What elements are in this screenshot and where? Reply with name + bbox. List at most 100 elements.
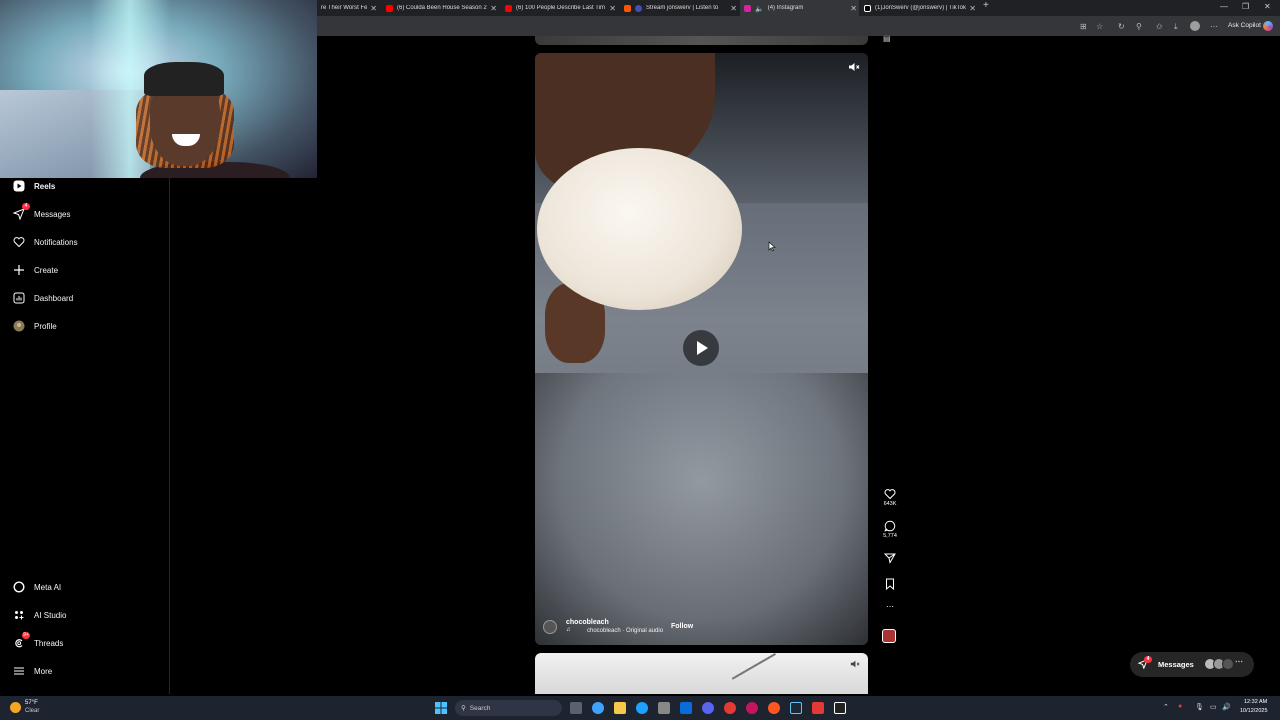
sidebar-item-meta-ai[interactable]: Meta AI <box>12 580 61 594</box>
audio-thumbnail[interactable] <box>882 629 896 643</box>
sidebar-item-create[interactable]: Create <box>12 263 58 277</box>
copilot-app-icon[interactable] <box>592 702 604 714</box>
network-icon[interactable]: ▭ <box>1210 703 1217 711</box>
app-icon[interactable] <box>812 702 824 714</box>
close-icon[interactable]: ✕ <box>609 4 616 13</box>
audio-label[interactable]: chocobleach · Original audio <box>587 628 663 634</box>
comment-icon <box>884 520 896 532</box>
taskbar-search-label: Search <box>469 704 491 712</box>
profile-avatar-icon[interactable] <box>1190 21 1200 31</box>
refresh-icon[interactable]: ↻ <box>1118 22 1125 31</box>
taskbar-search[interactable]: ⚲ Search <box>455 700 562 716</box>
chrome-icon[interactable] <box>724 702 736 714</box>
tray-app-icon[interactable]: ● <box>1178 703 1182 710</box>
sidebar-item-label: Create <box>34 265 59 275</box>
store-icon[interactable] <box>658 702 670 714</box>
browser-tab[interactable]: (1)JonSwerv (@jonswerv) | TikTok ✕ <box>860 0 978 16</box>
minimize-icon[interactable]: — <box>1220 2 1228 11</box>
music-note-icon: ♫ <box>566 627 571 633</box>
new-tab-button[interactable]: + <box>983 0 989 11</box>
more-options-icon[interactable]: ⋯ <box>876 602 904 611</box>
download-icon[interactable]: ⤓ <box>1174 22 1178 32</box>
windows-start-icon[interactable] <box>435 702 447 714</box>
sidebar-item-threads[interactable]: 9+ Threads <box>12 632 63 650</box>
video-ground <box>535 373 868 645</box>
browser-tab[interactable]: re Their Worst Fe ✕ <box>317 0 379 16</box>
copilot-icon[interactable] <box>1263 21 1273 31</box>
sidebar-item-reels[interactable]: Reels <box>12 179 55 193</box>
youtube-icon <box>386 4 393 12</box>
discord-icon[interactable] <box>702 702 714 714</box>
edge-app-icon[interactable] <box>636 702 648 714</box>
volume-icon[interactable]: 🔊 <box>1222 703 1231 711</box>
notification-badge: 4 <box>1144 655 1152 663</box>
close-window-icon[interactable]: ✕ <box>1264 2 1271 11</box>
calendar-icon[interactable]: ▤ <box>883 34 891 43</box>
weather-icon[interactable] <box>10 702 21 713</box>
reel-video[interactable]: chocobleach ♫ chocobleach · Original aud… <box>535 53 868 645</box>
firefox-icon[interactable] <box>768 702 780 714</box>
messages-pill[interactable]: 4 Messages ⋯ <box>1130 652 1254 677</box>
close-icon[interactable]: ✕ <box>730 4 737 13</box>
close-icon[interactable]: ✕ <box>850 4 857 13</box>
clock-date[interactable]: 10/12/2025 <box>1240 708 1268 714</box>
share-button[interactable] <box>876 552 904 564</box>
edge-icon <box>635 4 642 12</box>
ask-copilot-button[interactable]: Ask Copilot <box>1228 22 1261 29</box>
profile-avatar-icon <box>12 319 26 333</box>
sidebar-item-profile[interactable]: Profile <box>12 319 57 333</box>
sidebar-item-dashboard[interactable]: Dashboard <box>12 291 73 305</box>
extensions-icon[interactable]: ⚲ <box>1136 22 1142 31</box>
task-view-icon[interactable] <box>570 702 582 714</box>
follow-button[interactable]: Follow <box>671 623 693 630</box>
close-icon[interactable]: ✕ <box>490 4 497 13</box>
sidebar-item-notifications[interactable]: Notifications <box>12 235 78 249</box>
speaker-icon[interactable]: 🔈 <box>755 5 764 13</box>
mute-icon[interactable] <box>848 61 860 73</box>
browser-tab[interactable]: Stream jonswerv | Listen to ✕ <box>620 0 739 16</box>
reel-author-row: chocobleach ♫ chocobleach · Original aud… <box>543 618 843 638</box>
author-username[interactable]: chocobleach <box>566 619 609 626</box>
soundcloud-icon <box>624 4 631 12</box>
tab-title: Stream jonswerv | Listen to <box>646 5 719 11</box>
favorites-icon[interactable]: ✩ <box>1156 22 1163 31</box>
clock-time[interactable]: 12:32 AM <box>1244 699 1267 705</box>
tab-title: (1)JonSwerv (@jonswerv) | TikTok <box>875 5 967 11</box>
favorite-icon[interactable]: ☆ <box>1096 22 1103 31</box>
sidebar-item-more[interactable]: More <box>12 664 52 678</box>
chevron-up-icon[interactable]: ⌃ <box>1163 703 1169 711</box>
save-button[interactable] <box>876 578 904 590</box>
webcam-cap <box>144 62 224 96</box>
browser-tab-active[interactable]: 🔈 (4) Instagram ✕ <box>740 0 859 16</box>
play-button[interactable] <box>683 330 719 366</box>
steam-icon[interactable] <box>790 702 802 714</box>
browser-tab[interactable]: (6) Coulda Been House Season 2 ✕ <box>382 0 499 16</box>
ai-studio-icon <box>12 608 26 622</box>
close-icon[interactable]: ✕ <box>969 4 976 13</box>
close-icon[interactable]: ✕ <box>370 4 377 13</box>
mouse-cursor-icon <box>768 241 776 252</box>
weather-temperature[interactable]: 57°F <box>25 700 38 706</box>
sidebar-item-messages[interactable]: 4 Messages <box>12 203 70 221</box>
restore-icon[interactable]: ❐ <box>1242 2 1249 11</box>
weather-condition[interactable]: Clear <box>25 708 39 714</box>
browser-tab[interactable]: (6) 100 People Describe Last Tim ✕ <box>501 0 618 16</box>
file-explorer-icon[interactable] <box>614 702 626 714</box>
sidebar-item-ai-studio[interactable]: AI Studio <box>12 608 66 622</box>
outlook-icon[interactable] <box>680 702 692 714</box>
obs-icon[interactable] <box>834 702 846 714</box>
tiktok-icon <box>864 4 871 12</box>
mute-icon[interactable] <box>850 659 860 669</box>
comment-button[interactable]: 5,774 <box>876 520 904 539</box>
microphone-icon[interactable]: 🎙 <box>1195 703 1204 711</box>
app-icon[interactable]: ⊞ <box>1080 22 1087 31</box>
more-icon[interactable]: ⋯ <box>1210 22 1218 31</box>
app-icon[interactable] <box>746 702 758 714</box>
author-avatar[interactable] <box>543 620 557 634</box>
webcam-person <box>130 58 290 178</box>
like-button[interactable]: 643K <box>876 488 904 507</box>
next-reel-preview[interactable] <box>535 653 868 694</box>
notification-badge: 9+ <box>22 632 30 639</box>
notification-badge: 4 <box>22 203 30 210</box>
share-icon <box>884 553 896 564</box>
